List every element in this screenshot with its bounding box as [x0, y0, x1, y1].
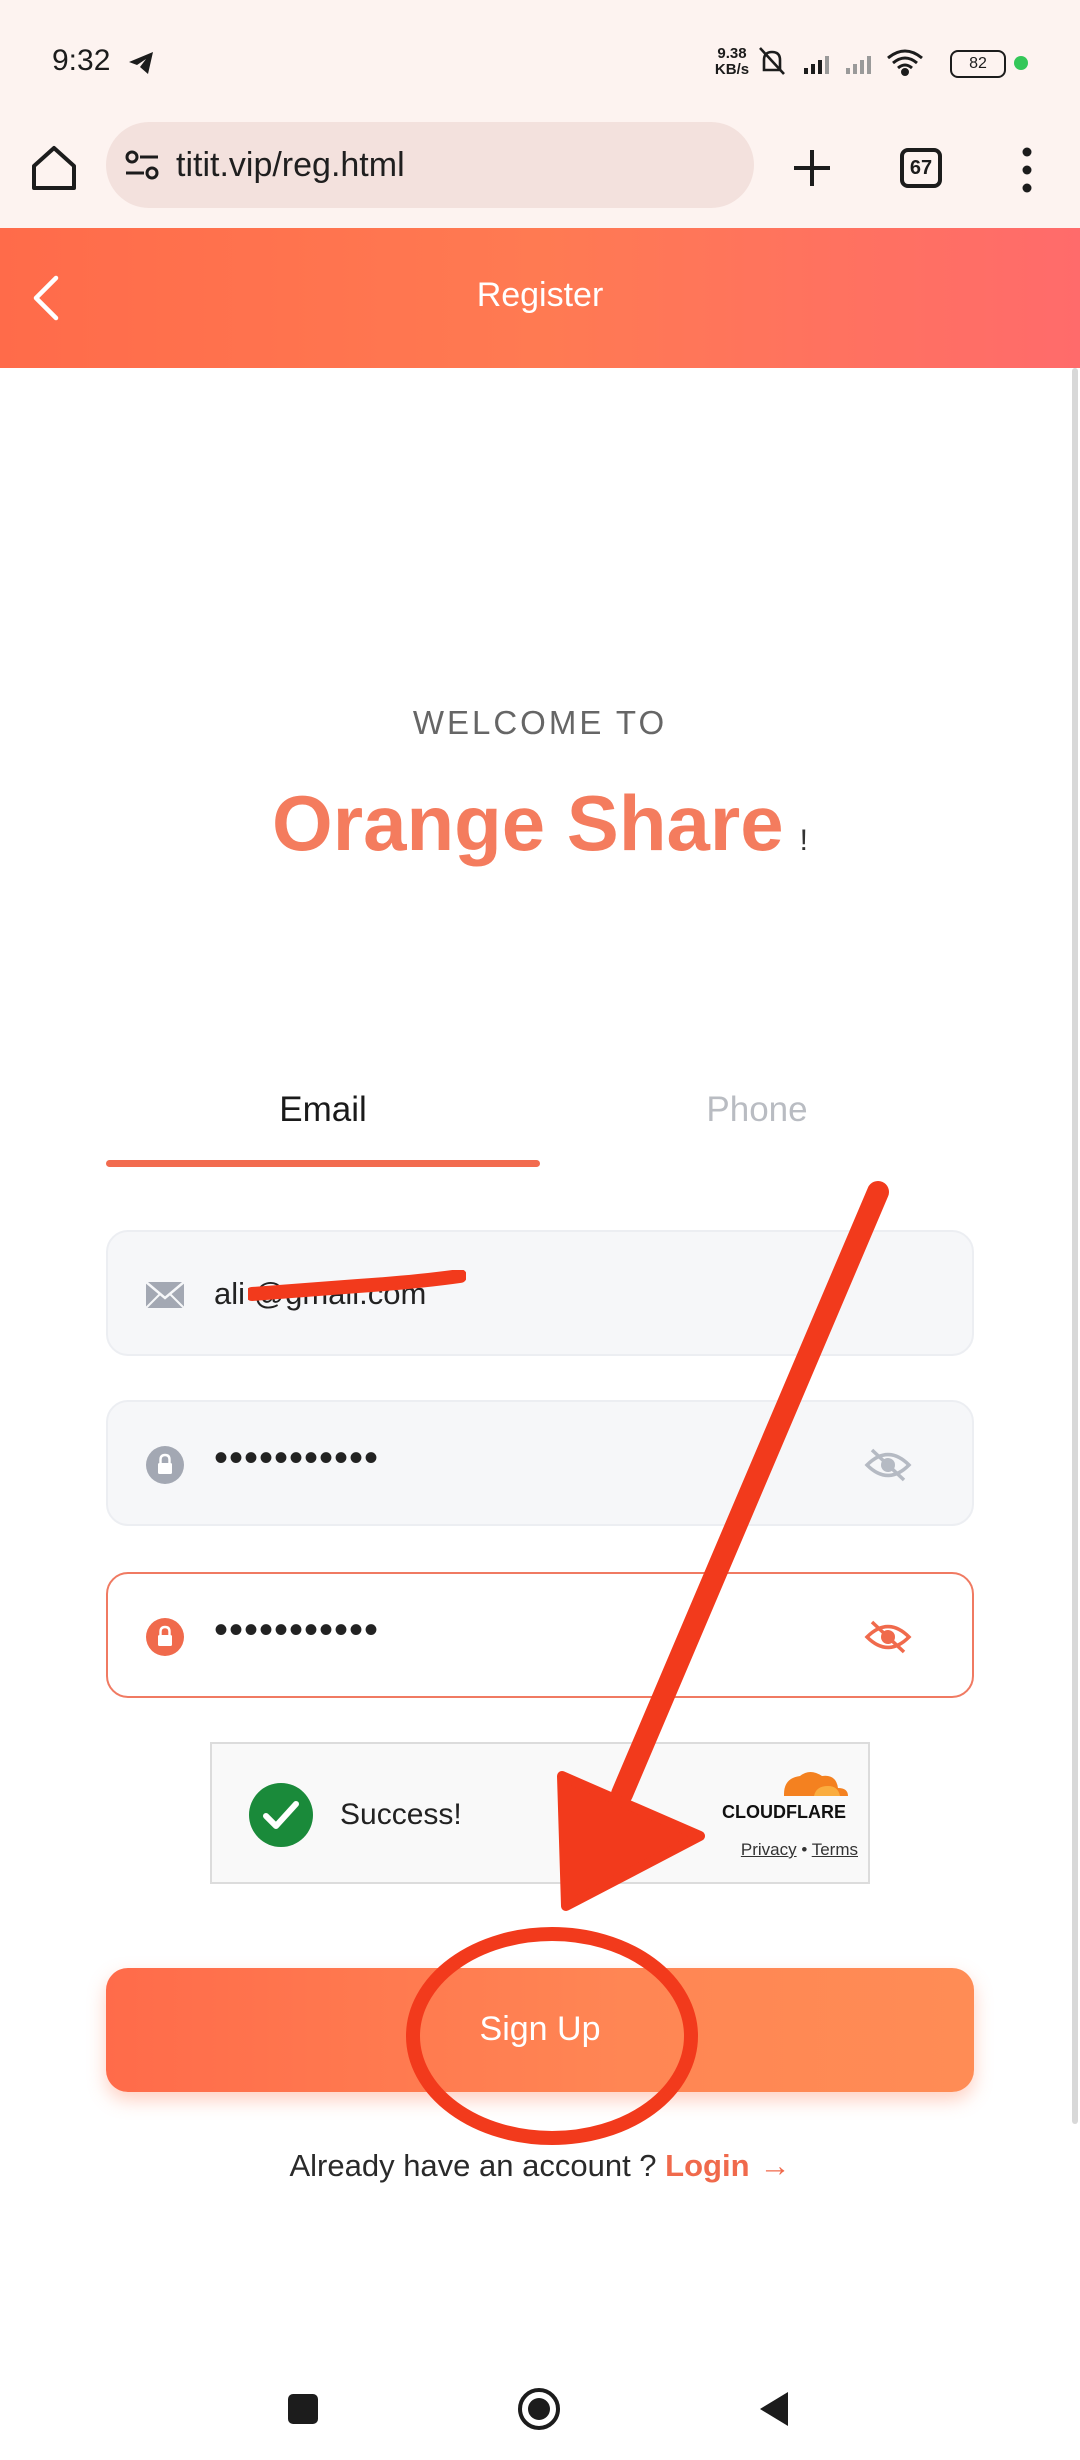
cloudflare-brand-text: CLOUDFLARE	[722, 1802, 846, 1820]
recents-button[interactable]	[288, 2394, 318, 2424]
status-bar: 9:32 9.38 KB/s 82	[0, 0, 1080, 118]
captcha-status: Success!	[340, 1798, 462, 1831]
password-field[interactable]: •••••••••••	[106, 1400, 974, 1526]
signal-icon	[804, 56, 829, 74]
new-tab-icon[interactable]	[786, 142, 838, 194]
active-tab-indicator	[106, 1160, 540, 1167]
links-separator: •	[801, 1840, 808, 1859]
scrollbar[interactable]	[1072, 368, 1078, 2124]
brand-exclaim: !	[799, 824, 808, 857]
confirm-password-value[interactable]: •••••••••••	[214, 1608, 379, 1653]
confirm-password-field[interactable]: •••••••••••	[106, 1572, 974, 1698]
browser-toolbar: titit.vip/reg.html 67	[0, 118, 1080, 228]
privacy-link[interactable]: Privacy	[741, 1840, 797, 1859]
login-prompt-text: Already have an account ?	[289, 2148, 666, 2183]
net-speed-value: 9.38	[717, 45, 747, 62]
status-time: 9:32	[52, 44, 111, 77]
signal-icon-2	[846, 56, 871, 74]
lock-icon	[146, 1446, 184, 1484]
battery-icon: 82	[950, 50, 1006, 78]
tab-phone[interactable]: Phone	[540, 1090, 974, 1130]
login-arrow-icon[interactable]: →	[760, 2148, 791, 2183]
captcha-links: Privacy • Terms	[708, 1840, 858, 1860]
brand-title: Orange Share!	[0, 778, 1080, 869]
welcome-text: WELCOME TO	[412, 704, 668, 741]
sign-up-label: Sign Up	[479, 2010, 601, 2048]
brand-name: Orange Share	[272, 779, 784, 867]
privacy-dot	[1014, 56, 1028, 70]
page-title: Register	[476, 276, 604, 314]
home-icon[interactable]	[28, 142, 80, 194]
cloudflare-logo: CLOUDFLARE	[722, 1772, 848, 1820]
url-text[interactable]: titit.vip/reg.html	[176, 146, 405, 185]
lock-icon	[146, 1618, 184, 1656]
mute-icon	[759, 47, 785, 75]
sign-up-button[interactable]: Sign Up	[106, 1968, 974, 2092]
mail-icon	[145, 1281, 185, 1309]
success-check-icon	[249, 1783, 313, 1847]
login-prompt: Already have an account ? Login →	[0, 2148, 1080, 2184]
terms-link[interactable]: Terms	[812, 1840, 858, 1859]
net-speed: 9.38 KB/s	[712, 46, 752, 78]
email-field[interactable]: ali @gmail.com	[106, 1230, 974, 1356]
home-nav-icon[interactable]	[516, 2386, 562, 2432]
login-link[interactable]: Login	[665, 2148, 749, 2183]
cloudflare-captcha[interactable]: Success! CLOUDFLARE Privacy • Terms	[210, 1742, 870, 1884]
eye-off-icon[interactable]	[864, 1446, 912, 1484]
telegram-icon	[129, 52, 153, 74]
address-bar[interactable]: titit.vip/reg.html	[106, 122, 754, 208]
password-value[interactable]: •••••••••••	[214, 1436, 379, 1481]
tab-email[interactable]: Email	[106, 1090, 540, 1130]
wifi-icon	[887, 49, 923, 76]
app-header: Register	[0, 228, 1080, 368]
eye-off-icon[interactable]	[864, 1618, 912, 1656]
redaction-scribble	[248, 1270, 466, 1301]
back-nav-icon[interactable]	[758, 2390, 790, 2428]
status-icons	[759, 47, 923, 76]
net-speed-unit: KB/s	[714, 61, 750, 78]
tab-switcher-button[interactable]: 67	[900, 148, 942, 188]
site-settings-icon[interactable]	[124, 148, 160, 182]
more-menu-icon[interactable]	[1012, 142, 1042, 198]
